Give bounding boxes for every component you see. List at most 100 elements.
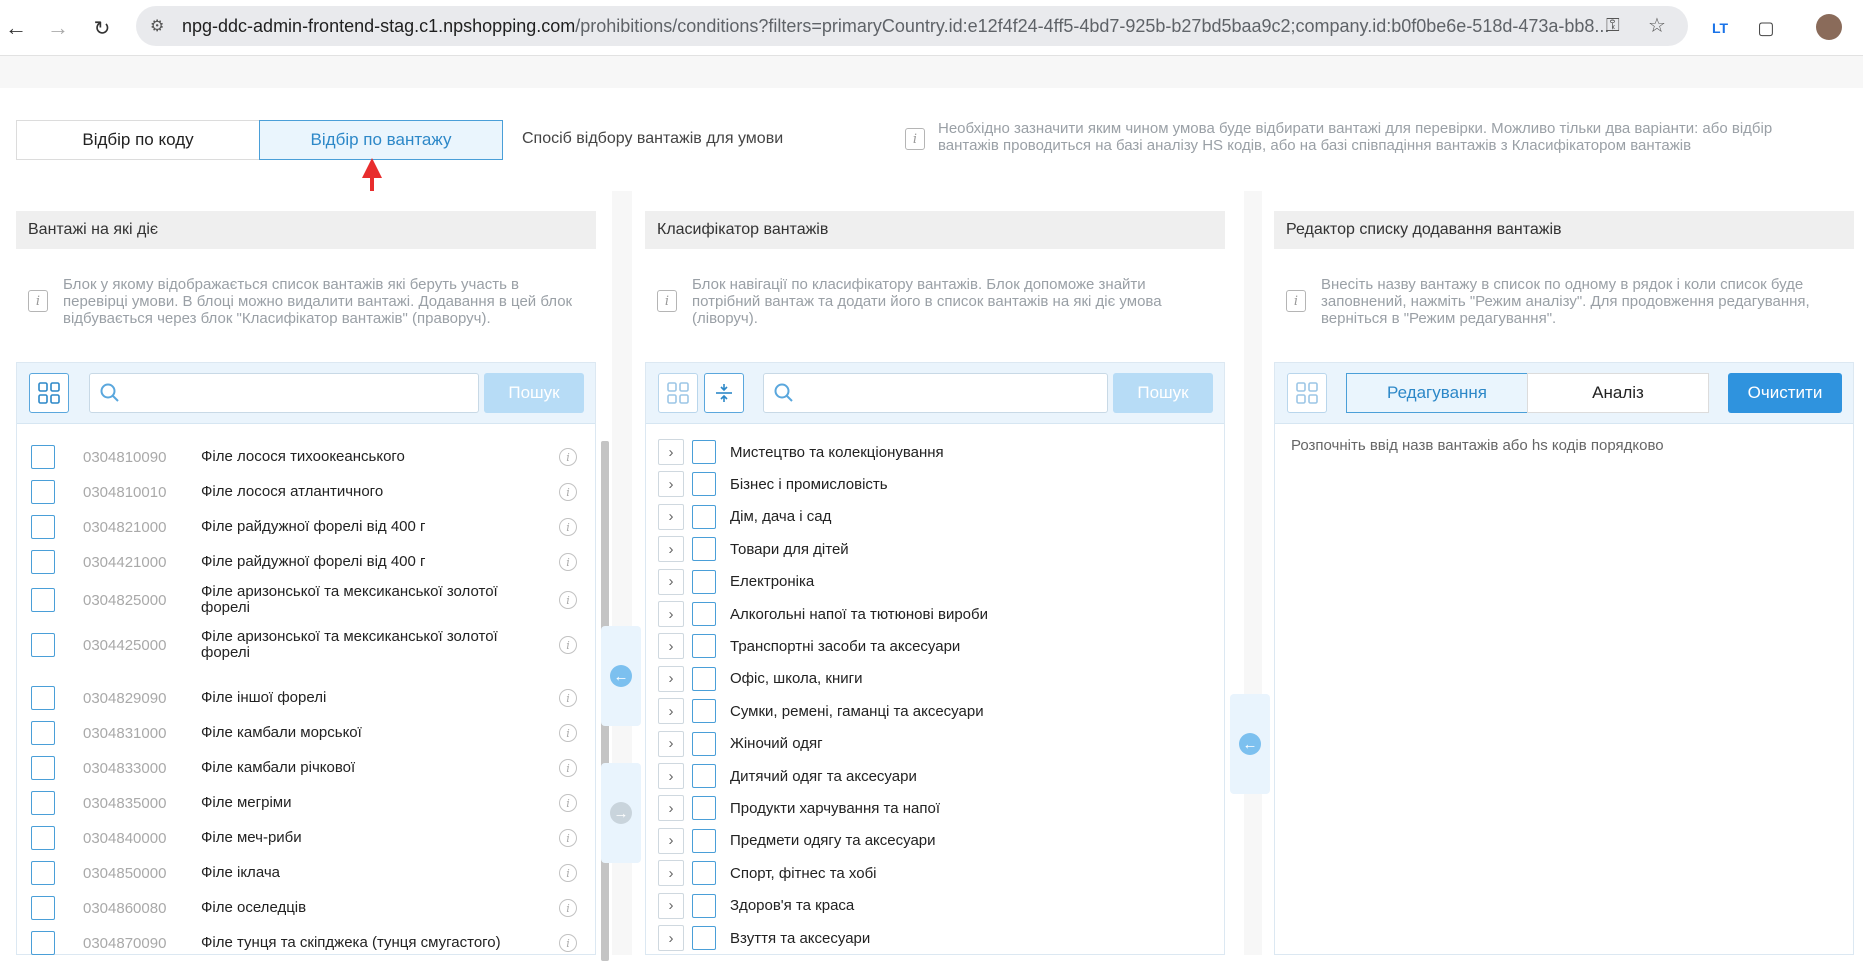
- item-checkbox[interactable]: [31, 480, 55, 504]
- tree-item-checkbox[interactable]: [692, 472, 716, 497]
- tree-item-label: Бізнес і промисловість: [730, 475, 888, 493]
- item-info-icon[interactable]: i: [559, 591, 577, 609]
- site-settings-icon[interactable]: ⚙: [150, 16, 164, 36]
- clear-button[interactable]: Очистити: [1728, 373, 1842, 413]
- tree-item-checkbox[interactable]: [692, 699, 716, 724]
- tree-item-checkbox[interactable]: [692, 893, 716, 918]
- select-all-button[interactable]: [29, 373, 69, 413]
- tree-item: › Офіс, школа, книги: [658, 664, 862, 694]
- item-info-icon[interactable]: i: [559, 899, 577, 917]
- bookmark-star-icon[interactable]: ☆: [1648, 13, 1666, 38]
- forward-icon[interactable]: →: [44, 14, 72, 42]
- tree-item-checkbox[interactable]: [692, 634, 716, 659]
- item-info-icon[interactable]: i: [559, 518, 577, 536]
- item-checkbox[interactable]: [31, 550, 55, 574]
- tree-item-checkbox[interactable]: [692, 731, 716, 756]
- expand-chevron-icon[interactable]: ›: [658, 568, 684, 595]
- item-checkbox[interactable]: [31, 896, 55, 920]
- item-code: 0304850000: [83, 864, 167, 882]
- tree-item-checkbox[interactable]: [692, 796, 716, 821]
- item-checkbox[interactable]: [31, 861, 55, 885]
- tab-edit[interactable]: Редагування: [1346, 373, 1528, 413]
- expand-chevron-icon[interactable]: ›: [658, 795, 684, 822]
- item-checkbox[interactable]: [31, 588, 55, 612]
- reload-icon[interactable]: ↻: [88, 14, 116, 42]
- item-checkbox[interactable]: [31, 931, 55, 955]
- tab-analysis[interactable]: Аналіз: [1527, 373, 1709, 413]
- item-info-icon[interactable]: i: [559, 759, 577, 777]
- expand-chevron-icon[interactable]: ›: [658, 892, 684, 919]
- item-info-icon[interactable]: i: [559, 448, 577, 466]
- item-checkbox[interactable]: [31, 791, 55, 815]
- tree-item-checkbox[interactable]: [692, 828, 716, 853]
- expand-chevron-icon[interactable]: ›: [658, 827, 684, 854]
- expand-chevron-icon[interactable]: ›: [658, 665, 684, 692]
- expand-chevron-icon[interactable]: ›: [658, 439, 684, 465]
- tree-item-checkbox[interactable]: [692, 537, 716, 562]
- item-info-icon[interactable]: i: [559, 829, 577, 847]
- tree-item-checkbox[interactable]: [692, 569, 716, 594]
- search-icon: [774, 383, 793, 402]
- tree-item-checkbox[interactable]: [692, 440, 716, 464]
- item-code: 0304833000: [83, 759, 167, 777]
- tree-item-checkbox[interactable]: [692, 861, 716, 886]
- move-right-button[interactable]: →: [601, 763, 641, 863]
- collapse-all-button[interactable]: [704, 373, 744, 413]
- middle-search-button[interactable]: Пошук: [1113, 373, 1213, 413]
- tree-item-checkbox[interactable]: [692, 764, 716, 788]
- languagetool-extension-icon[interactable]: LT: [1706, 14, 1734, 42]
- item-info-icon[interactable]: i: [559, 636, 577, 654]
- mode-option-code[interactable]: Відбір по коду: [16, 120, 260, 160]
- item-info-icon[interactable]: i: [559, 483, 577, 501]
- back-icon[interactable]: ←: [2, 14, 30, 42]
- item-info-icon[interactable]: i: [559, 794, 577, 812]
- middle-search-input[interactable]: [763, 373, 1108, 413]
- tree-item-checkbox[interactable]: [692, 602, 716, 626]
- item-checkbox[interactable]: [31, 633, 55, 657]
- info-icon: i: [905, 128, 925, 150]
- tree-item: › Жіночий одяг: [658, 729, 823, 759]
- item-info-icon[interactable]: i: [559, 689, 577, 707]
- item-info-icon[interactable]: i: [559, 724, 577, 742]
- item-code: 0304825000: [83, 591, 167, 609]
- item-info-icon[interactable]: i: [559, 934, 577, 952]
- key-icon[interactable]: ⚿: [1606, 15, 1620, 36]
- mode-option-cargo[interactable]: Відбір по вантажу: [259, 120, 503, 160]
- expand-chevron-icon[interactable]: ›: [658, 763, 684, 789]
- select-all-button[interactable]: [658, 373, 698, 413]
- expand-chevron-icon[interactable]: ›: [658, 730, 684, 757]
- item-checkbox[interactable]: [31, 721, 55, 745]
- expand-chevron-icon[interactable]: ›: [658, 633, 684, 660]
- item-info-icon[interactable]: i: [559, 864, 577, 882]
- address-bar[interactable]: ⚙ npg-ddc-admin-frontend-stag.c1.npshopp…: [136, 6, 1688, 46]
- tree-item-checkbox[interactable]: [692, 666, 716, 691]
- left-toolbar: Пошук: [17, 363, 595, 424]
- editor-placeholder[interactable]: Розпочніть ввід назв вантажів або hs код…: [1291, 437, 1664, 454]
- item-name: Філе іклача: [201, 864, 280, 881]
- select-all-button[interactable]: [1287, 373, 1327, 413]
- left-search-input[interactable]: [89, 373, 479, 413]
- expand-chevron-icon[interactable]: ›: [658, 536, 684, 563]
- expand-chevron-icon[interactable]: ›: [658, 860, 684, 887]
- avatar[interactable]: [1816, 14, 1842, 40]
- tree-item: › Здоров'я та краса: [658, 891, 854, 921]
- expand-chevron-icon[interactable]: ›: [658, 503, 684, 530]
- item-checkbox[interactable]: [31, 756, 55, 780]
- left-search-button[interactable]: Пошук: [484, 373, 584, 413]
- tree-item-checkbox[interactable]: [692, 504, 716, 529]
- expand-chevron-icon[interactable]: ›: [658, 471, 684, 498]
- expand-chevron-icon[interactable]: ›: [658, 601, 684, 627]
- item-checkbox[interactable]: [31, 826, 55, 850]
- tree-item-label: Електроніка: [730, 573, 815, 591]
- item-checkbox[interactable]: [31, 445, 55, 469]
- move-left-button[interactable]: ←: [601, 626, 641, 726]
- item-checkbox[interactable]: [31, 686, 55, 710]
- item-checkbox[interactable]: [31, 515, 55, 539]
- item-code: 0304835000: [83, 794, 167, 812]
- extensions-icon[interactable]: ▢: [1752, 14, 1780, 42]
- item-info-icon[interactable]: i: [559, 553, 577, 571]
- expand-chevron-icon[interactable]: ›: [658, 925, 684, 951]
- expand-chevron-icon[interactable]: ›: [658, 698, 684, 725]
- tree-item-checkbox[interactable]: [692, 926, 716, 950]
- move-to-list-button[interactable]: ←: [1230, 694, 1270, 794]
